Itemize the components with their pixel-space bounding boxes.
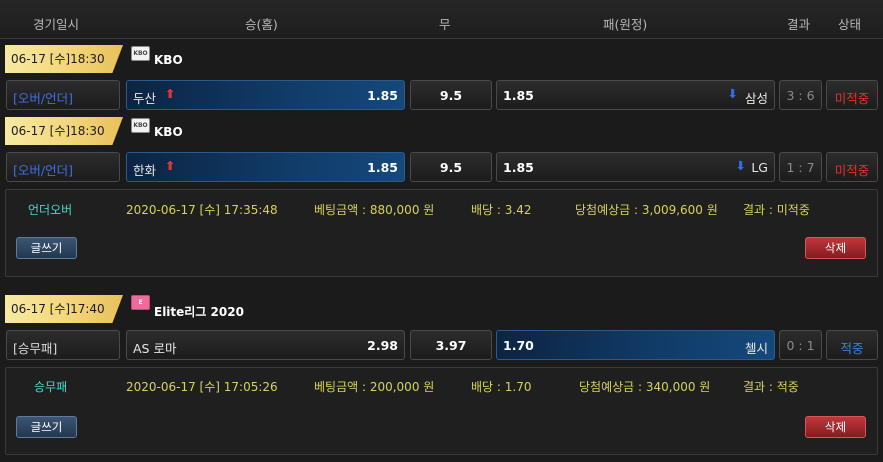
draw-value: 3.97 bbox=[435, 338, 467, 353]
header-result: 결과 bbox=[787, 17, 811, 32]
header-home: 승(홈) bbox=[245, 17, 278, 32]
away-odds: 1.70 bbox=[503, 338, 534, 353]
home-odds: 2.98 bbox=[367, 338, 398, 353]
bet-type-cell: [오버/언더] bbox=[6, 152, 120, 182]
summary-odds: 배당 : 3.42 bbox=[471, 203, 532, 217]
write-button[interactable]: 글쓰기 bbox=[16, 237, 77, 259]
status-cell: 미적중 bbox=[826, 152, 878, 182]
summary-expected: 당첨예상금 : 340,000 원 bbox=[579, 380, 711, 394]
home-team: 두산 bbox=[133, 91, 157, 106]
header-draw: 무 bbox=[439, 17, 451, 32]
kbo-logo-icon: KBO bbox=[131, 46, 150, 61]
bet-type: [승무패] bbox=[13, 341, 58, 356]
away-team: LG bbox=[751, 160, 768, 175]
status-badge: 미적중 bbox=[834, 91, 870, 106]
game-datetime: 06-17 [수]17:40 bbox=[11, 302, 105, 316]
arrow-down-icon: ⬇ bbox=[727, 86, 738, 101]
header-date: 경기일시 bbox=[33, 17, 80, 32]
summary-type: 승무패 bbox=[34, 380, 68, 394]
summary-datetime: 2020-06-17 [수] 17:05:26 bbox=[126, 380, 278, 394]
status-cell: 적중 bbox=[826, 330, 878, 360]
bet-summary-panel: 승무패 2020-06-17 [수] 17:05:26 베팅금액 : 200,0… bbox=[5, 367, 878, 455]
summary-result: 결과 : 적중 bbox=[743, 380, 799, 394]
away-team: 첼시 bbox=[744, 341, 768, 356]
draw-value: 9.5 bbox=[439, 88, 463, 103]
elite-league-logo-icon: E bbox=[131, 295, 150, 310]
score: 1 : 7 bbox=[786, 160, 815, 175]
summary-amount: 베팅금액 : 880,000 원 bbox=[314, 203, 435, 217]
draw-odds-button[interactable]: 9.5 bbox=[410, 80, 492, 110]
game-datetime: 06-17 [수]18:30 bbox=[11, 124, 105, 138]
home-team: 한화 bbox=[133, 163, 157, 178]
bet-type: [오버/언더] bbox=[13, 91, 73, 106]
table-header: 경기일시 승(홈) 무 패(원정) 결과 상태 bbox=[0, 0, 883, 39]
home-odds: 1.85 bbox=[367, 88, 398, 103]
summary-result: 결과 : 미적중 bbox=[743, 203, 810, 217]
game-datetime-tag: 06-17 [수]18:30 bbox=[5, 45, 123, 73]
home-team: AS 로마 bbox=[133, 341, 177, 356]
draw-odds-button[interactable]: 9.5 bbox=[410, 152, 492, 182]
home-odds: 1.85 bbox=[367, 160, 398, 175]
game-datetime-tag: 06-17 [수]17:40 bbox=[5, 295, 123, 323]
bet-type-cell: [승무패] bbox=[6, 330, 120, 360]
draw-odds-button[interactable]: 3.97 bbox=[410, 330, 492, 360]
delete-button[interactable]: 삭제 bbox=[805, 416, 866, 438]
bet-summary-panel: 언더오버 2020-06-17 [수] 17:35:48 베팅금액 : 880,… bbox=[5, 189, 878, 277]
delete-button[interactable]: 삭제 bbox=[805, 237, 866, 259]
header-away: 패(원정) bbox=[603, 17, 648, 32]
game-datetime-tag: 06-17 [수]18:30 bbox=[5, 117, 123, 145]
summary-odds: 배당 : 1.70 bbox=[471, 380, 532, 394]
away-odds: 1.85 bbox=[503, 88, 534, 103]
arrow-up-icon: ⬆ bbox=[165, 86, 176, 101]
league-name: Elite리그 2020 bbox=[154, 305, 244, 319]
summary-amount: 베팅금액 : 200,000 원 bbox=[314, 380, 435, 394]
score-cell: 0 : 1 bbox=[779, 330, 822, 360]
status-badge: 미적중 bbox=[834, 163, 870, 178]
status-badge: 적중 bbox=[840, 341, 864, 356]
score: 0 : 1 bbox=[786, 338, 815, 353]
away-odds-button[interactable]: 1.70 첼시 bbox=[496, 330, 775, 360]
summary-datetime: 2020-06-17 [수] 17:35:48 bbox=[126, 203, 278, 217]
home-odds-button[interactable]: AS 로마 2.98 bbox=[126, 330, 405, 360]
away-odds: 1.85 bbox=[503, 160, 534, 175]
summary-type: 언더오버 bbox=[28, 203, 73, 217]
league-name: KBO bbox=[154, 125, 183, 139]
score: 3 : 6 bbox=[786, 88, 815, 103]
score-cell: 3 : 6 bbox=[779, 80, 822, 110]
bet-type: [오버/언더] bbox=[13, 163, 73, 178]
write-button[interactable]: 글쓰기 bbox=[16, 416, 77, 438]
kbo-logo-icon: KBO bbox=[131, 118, 150, 133]
header-status: 상태 bbox=[838, 17, 862, 32]
draw-value: 9.5 bbox=[439, 160, 463, 175]
game-datetime: 06-17 [수]18:30 bbox=[11, 52, 105, 66]
away-odds-button[interactable]: 1.85 ⬇ LG bbox=[496, 152, 775, 182]
league-name: KBO bbox=[154, 53, 183, 67]
home-odds-button[interactable]: 한화 ⬆ 1.85 bbox=[126, 152, 405, 182]
status-cell: 미적중 bbox=[826, 80, 878, 110]
bet-type-cell: [오버/언더] bbox=[6, 80, 120, 110]
away-team: 삼성 bbox=[744, 91, 768, 106]
arrow-up-icon: ⬆ bbox=[165, 158, 176, 173]
away-odds-button[interactable]: 1.85 ⬇ 삼성 bbox=[496, 80, 775, 110]
score-cell: 1 : 7 bbox=[779, 152, 822, 182]
summary-expected: 당첨예상금 : 3,009,600 원 bbox=[575, 203, 718, 217]
home-odds-button[interactable]: 두산 ⬆ 1.85 bbox=[126, 80, 405, 110]
arrow-down-icon: ⬇ bbox=[735, 158, 746, 173]
